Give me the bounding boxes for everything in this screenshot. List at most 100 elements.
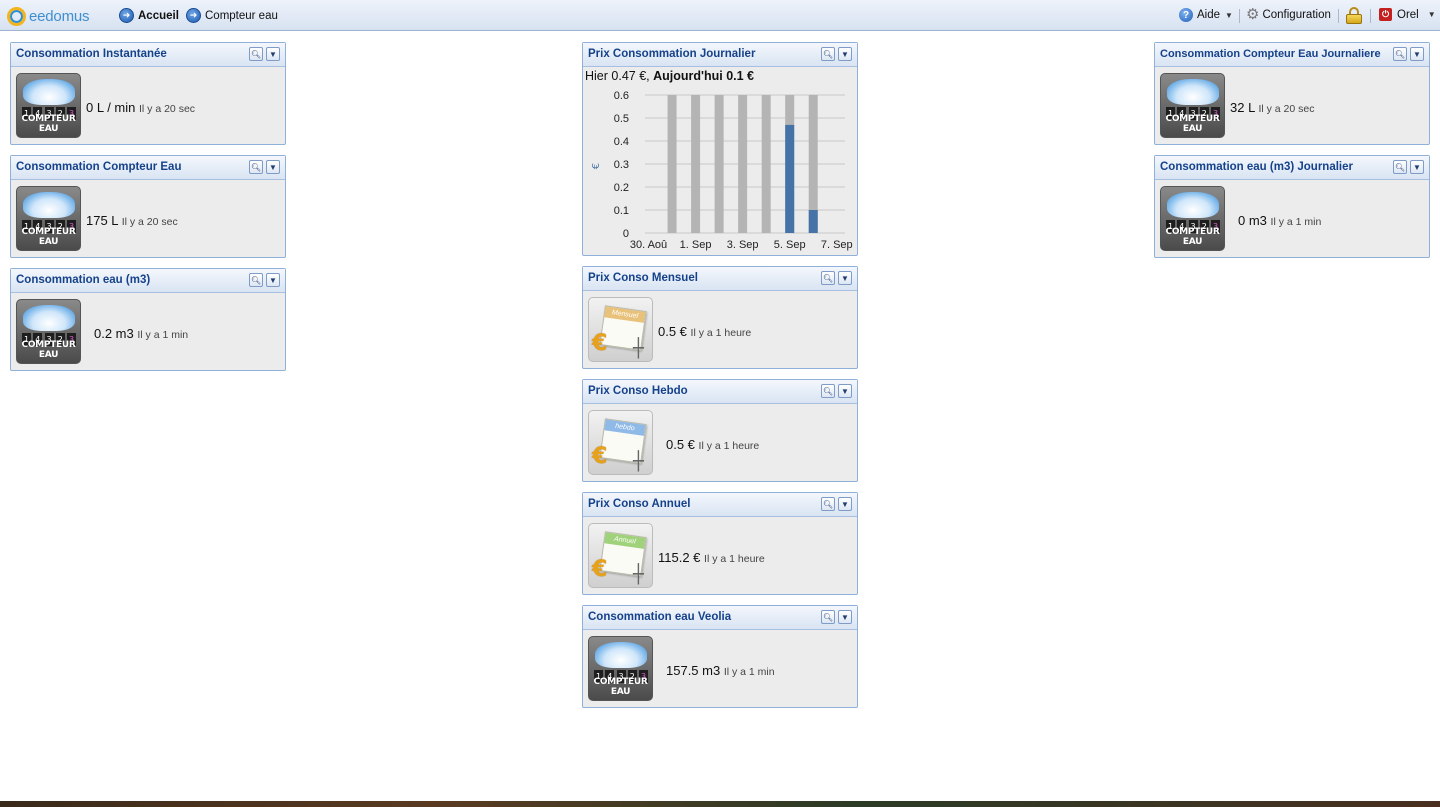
- timestamp-text: Il y a 1 heure: [690, 327, 752, 339]
- y-tick-label: 0.2: [614, 182, 629, 194]
- caret-down-icon: ▼: [1225, 10, 1233, 20]
- menu-divider: [1338, 9, 1339, 23]
- nav-home-link[interactable]: ➜ Accueil: [119, 8, 179, 23]
- widget-value: 0.2 m3 Il y a 1 min: [94, 326, 188, 341]
- chevron-down-icon[interactable]: ▼: [838, 384, 852, 398]
- widget-consommation-eau-m3-journalier: Consommation eau (m3) Journalier 🔍︎ ▼ 14…: [1154, 155, 1430, 258]
- water-meter-icon[interactable]: 14323 COMPTEUR EAU: [1160, 73, 1225, 138]
- app-logo[interactable]: eedomus: [7, 6, 90, 26]
- search-icon[interactable]: 🔍︎: [1393, 47, 1407, 61]
- x-tick-label: 3. Sep: [727, 239, 759, 251]
- widget-header: Consommation eau (m3) Journalier 🔍︎ ▼: [1155, 156, 1429, 180]
- y-tick-label: 0.1: [614, 205, 629, 217]
- power-icon: ⏻: [1379, 8, 1392, 21]
- search-icon[interactable]: 🔍︎: [249, 160, 263, 174]
- chevron-down-icon[interactable]: ▼: [838, 47, 852, 61]
- daily-price-chart: 0 0.1 0.2 0.3 0.4 0.5 0.6 €30. Aoû 1. Sep 3. Sep 5…: [591, 90, 853, 251]
- widget-consommation-eau-veolia: Consommation eau Veolia 🔍︎ ▼ 14323 COMPT…: [582, 605, 858, 708]
- x-tick-label: 5. Sep: [774, 239, 806, 251]
- x-tick-label: 30. Aoû: [630, 239, 667, 251]
- widget-prix-conso-hebdo: Prix Conso Hebdo 🔍︎ ▼ hebdo € ┼ 0.5 € Il…: [582, 379, 858, 482]
- water-meter-icon[interactable]: 14323 COMPTEUR EAU: [16, 73, 81, 138]
- search-icon[interactable]: 🔍︎: [821, 497, 835, 511]
- search-icon[interactable]: 🔍︎: [821, 384, 835, 398]
- water-meter-icon[interactable]: 14323 COMPTEUR EAU: [16, 299, 81, 364]
- lock-icon[interactable]: [1346, 7, 1362, 24]
- water-meter-icon[interactable]: 14323 COMPTEUR EAU: [16, 186, 81, 251]
- x-tick-label: 7. Sep: [821, 239, 853, 251]
- eedomus-logo-icon: [7, 6, 26, 26]
- timestamp-text: Il y a 1 heure: [704, 553, 765, 565]
- value-text: 175 L: [86, 213, 119, 228]
- widget-title: Consommation Instantanée: [16, 48, 167, 60]
- arrow-right-circle-icon: ➜: [186, 8, 201, 23]
- bar-background: [738, 95, 748, 233]
- calendar-euro-icon[interactable]: hebdo € ┼: [588, 410, 653, 475]
- search-icon[interactable]: 🔍︎: [249, 47, 263, 61]
- widget-header: Prix Conso Hebdo 🔍︎ ▼: [583, 380, 857, 404]
- timestamp-text: Il y a 20 sec: [139, 103, 196, 115]
- configuration-menu[interactable]: ⚙ Configuration: [1246, 6, 1331, 23]
- chart-body: Hier 0.47 €, Aujourd'hui 0.1 € 0 0.1 0.2 0.…: [583, 67, 857, 255]
- widget-title: Consommation Compteur Eau: [16, 161, 182, 173]
- caret-down-icon: ▼: [1427, 10, 1436, 19]
- gear-icon: ⚙: [1246, 6, 1260, 23]
- chevron-down-icon[interactable]: ▼: [266, 273, 280, 287]
- widget-header: Prix Conso Mensuel 🔍︎ ▼: [583, 267, 857, 291]
- widget-header: Prix Consommation Journalier 🔍︎ ▼: [583, 43, 857, 67]
- widget-value: 0 m3 Il y a 1 min: [1238, 213, 1321, 228]
- menu-divider: [1370, 9, 1371, 23]
- value-text: 0 m3: [1238, 213, 1267, 228]
- search-icon[interactable]: 🔍︎: [821, 610, 835, 624]
- value-text: 0.5 €: [658, 324, 687, 339]
- nav-current-link[interactable]: ➜ Compteur eau: [186, 8, 278, 23]
- widget-title: Prix Conso Hebdo: [588, 385, 688, 397]
- help-label: Aide: [1197, 9, 1221, 21]
- widget-prix-consommation-journalier: Prix Consommation Journalier 🔍︎ ▼ Hier 0…: [582, 42, 858, 256]
- widget-title: Consommation eau Veolia: [588, 611, 732, 623]
- menu-divider: [1239, 9, 1240, 23]
- chevron-down-icon[interactable]: ▼: [838, 497, 852, 511]
- chevron-down-icon[interactable]: ▼: [1410, 47, 1424, 61]
- search-icon[interactable]: 🔍︎: [821, 271, 835, 285]
- top-bar: eedomus ➜ Accueil ➜ Compteur eau ? Aide …: [0, 0, 1440, 31]
- search-icon[interactable]: 🔍︎: [821, 47, 835, 61]
- nav-current-label: Compteur eau: [205, 9, 278, 22]
- water-meter-icon[interactable]: 14323 COMPTEUR EAU: [588, 636, 653, 701]
- help-menu[interactable]: ? Aide ▼: [1179, 8, 1233, 22]
- chevron-down-icon[interactable]: ▼: [838, 610, 852, 624]
- chevron-down-icon[interactable]: ▼: [266, 47, 280, 61]
- widget-consommation-instantanee: Consommation Instantanée 🔍︎ ▼ 14323 COMP…: [10, 42, 286, 145]
- bar-background: [761, 95, 771, 233]
- bar-background: [714, 95, 724, 233]
- widget-value: 157.5 m3 Il y a 1 min: [666, 663, 775, 678]
- chevron-down-icon[interactable]: ▼: [266, 160, 280, 174]
- widget-value: 32 L Il y a 20 sec: [1230, 100, 1314, 115]
- widget-value: 115.2 € Il y a 1 heure: [658, 550, 765, 565]
- value-text: 157.5 m3: [666, 663, 721, 678]
- widget-prix-conso-mensuel: Prix Conso Mensuel 🔍︎ ▼ Mensuel € ┼ 0.5 …: [582, 266, 858, 369]
- water-meter-icon[interactable]: 14323 COMPTEUR EAU: [1160, 186, 1225, 251]
- value-text: 0.5 €: [666, 437, 695, 452]
- x-tick-label: 1. Sep: [680, 239, 712, 251]
- widget-title: Consommation eau (m3) Journalier: [1160, 161, 1353, 173]
- calendar-euro-icon[interactable]: Mensuel € ┼: [588, 297, 653, 362]
- value-text: 0.2 m3: [94, 326, 134, 341]
- timestamp-text: Il y a 20 sec: [121, 216, 178, 228]
- configuration-label: Configuration: [1262, 9, 1331, 21]
- widget-title: Prix Consommation Journalier: [588, 48, 756, 60]
- chevron-down-icon[interactable]: ▼: [838, 271, 852, 285]
- widget-value: 0.5 € Il y a 1 heure: [666, 437, 759, 452]
- widget-header: Consommation Compteur Eau 🔍︎ ▼: [11, 156, 285, 180]
- search-icon[interactable]: 🔍︎: [249, 273, 263, 287]
- widget-value: 0 L / min Il y a 20 sec: [86, 100, 195, 115]
- widget-consommation-compteur-eau-journaliere: Consommation Compteur Eau Journaliere 🔍︎…: [1154, 42, 1430, 145]
- calendar-euro-icon[interactable]: Annuel € ┼: [588, 523, 653, 588]
- timestamp-text: Il y a 1 min: [1270, 216, 1322, 228]
- chevron-down-icon[interactable]: ▼: [1410, 160, 1424, 174]
- widget-title: Prix Conso Mensuel: [588, 272, 698, 284]
- search-icon[interactable]: 🔍︎: [1393, 160, 1407, 174]
- user-menu[interactable]: ⏻ Orel ▼: [1379, 8, 1436, 21]
- user-label: Orel: [1397, 8, 1419, 21]
- y-axis-label: €: [591, 163, 602, 169]
